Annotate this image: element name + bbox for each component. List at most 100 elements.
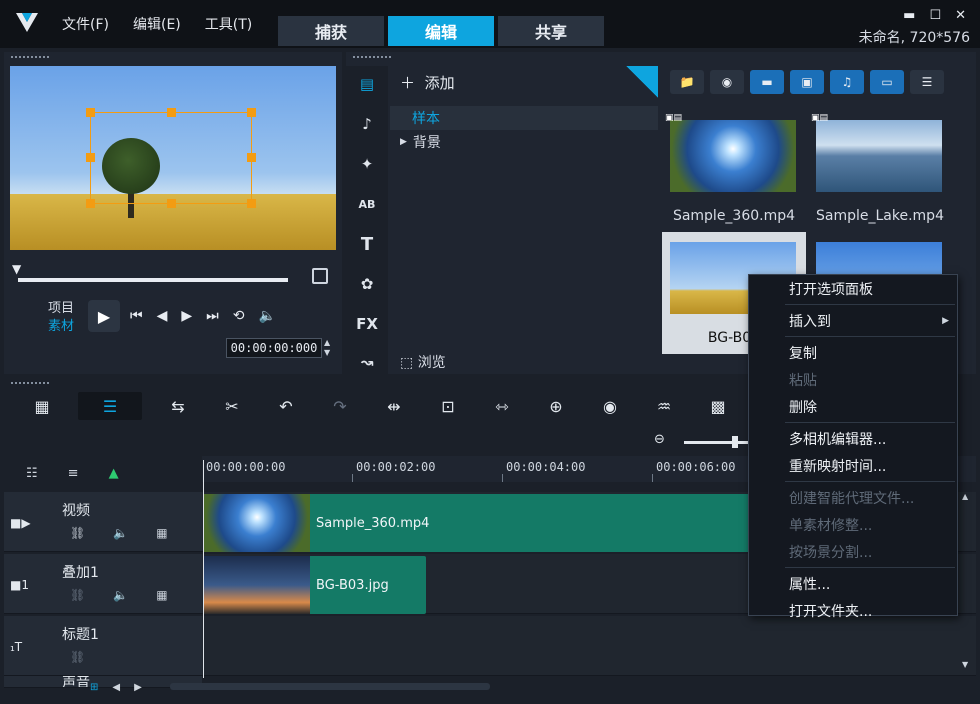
previous-frame-icon[interactable]: ◀	[157, 308, 168, 324]
thumbnail-sample-lake[interactable]: ▣▤ Sample_Lake.mp4	[808, 110, 952, 232]
resize-handle[interactable]	[167, 108, 176, 117]
path-icon[interactable]: ↝	[354, 350, 380, 374]
show-audio-icon[interactable]: ♫	[830, 70, 864, 94]
clip-bg-b03[interactable]: BG-B03.jpg	[204, 556, 426, 614]
fit-timeline-icon[interactable]: ⊞	[90, 682, 98, 693]
add-folder-button[interactable]: ＋ 添加	[400, 72, 455, 93]
resize-handle[interactable]	[247, 108, 256, 117]
undo-icon[interactable]: ↶	[268, 392, 304, 420]
grid-icon[interactable]: ▦	[156, 526, 167, 540]
list-view-icon[interactable]: ☰	[910, 70, 944, 94]
repeat-icon[interactable]: ⟲	[233, 308, 245, 324]
filter-fx-icon[interactable]: FX	[354, 312, 380, 336]
volume-icon[interactable]: 🔈	[259, 308, 276, 324]
scroll-left-icon[interactable]: ◀	[112, 682, 120, 693]
media-icon[interactable]: ▤	[354, 72, 380, 96]
browse-button[interactable]: ⬚ 浏览	[400, 352, 446, 372]
next-frame-icon[interactable]: ▶	[181, 308, 192, 324]
mode-project[interactable]: 项目	[48, 300, 74, 318]
text-icon[interactable]: T	[354, 232, 380, 256]
context-menu-item[interactable]: 多相机编辑器...	[749, 425, 957, 452]
title-ab-icon[interactable]: AB	[354, 192, 380, 216]
context-menu-item[interactable]: 属性...	[749, 570, 957, 597]
timecode-display[interactable]: 00:00:00:000	[226, 338, 322, 358]
minimize-button[interactable]: ▬	[903, 8, 915, 23]
chapter-icon[interactable]: ▲	[109, 466, 119, 481]
show-library-icon[interactable]: ▭	[870, 70, 904, 94]
fit-project-icon[interactable]: ⊡	[430, 392, 466, 420]
expand-icon[interactable]: ▶	[400, 137, 407, 147]
clip-sample-360[interactable]: Sample_360.mp4	[204, 494, 764, 552]
go-to-end-icon[interactable]: ⏭	[206, 308, 219, 324]
resize-handle[interactable]	[247, 153, 256, 162]
resize-handle[interactable]	[167, 199, 176, 208]
play-button[interactable]: ▶	[88, 300, 120, 332]
trim-icon[interactable]: ⇿	[484, 392, 520, 420]
transition-icon[interactable]: ✦	[354, 152, 380, 176]
import-folder-icon[interactable]: 📁	[670, 70, 704, 94]
context-menu-item[interactable]: 插入到 ▶	[749, 307, 957, 334]
maximize-button[interactable]: ☐	[929, 8, 941, 23]
tab-edit[interactable]: 编辑	[388, 16, 494, 46]
redo-icon[interactable]: ↷	[322, 392, 358, 420]
resize-handle[interactable]	[247, 199, 256, 208]
context-menu-item[interactable]: 复制	[749, 339, 957, 366]
resize-handle[interactable]	[86, 199, 95, 208]
grid-icon[interactable]: ▦	[156, 588, 167, 602]
timeline-vertical-scrollbar[interactable]: ▲ ▼	[960, 484, 972, 684]
scroll-down-icon[interactable]: ▼	[962, 660, 968, 669]
link-icon[interactable]: ⛓	[70, 650, 85, 664]
context-menu-item[interactable]: 打开文件夹...	[749, 597, 957, 624]
track-header-overlay[interactable]: ■1 叠加1 ⛓ 🔈 ▦	[4, 554, 202, 614]
link-icon[interactable]: ⛓	[70, 588, 85, 602]
motion-icon[interactable]: ▩	[700, 392, 736, 420]
mode-clip[interactable]: 素材	[48, 318, 74, 336]
instant-project-icon[interactable]: ♪	[354, 112, 380, 136]
selection-box[interactable]	[86, 108, 256, 208]
go-to-start-icon[interactable]: ⏮	[130, 308, 143, 324]
track-title[interactable]	[202, 616, 976, 676]
resize-handle[interactable]	[86, 108, 95, 117]
record-icon[interactable]: ◉	[592, 392, 628, 420]
graphic-icon[interactable]: ✿	[354, 272, 380, 296]
tab-share[interactable]: 共享	[498, 16, 604, 46]
zoom-out-icon[interactable]: ⊖	[654, 432, 665, 447]
close-button[interactable]: ✕	[955, 8, 966, 23]
capture-icon[interactable]: ◉	[710, 70, 744, 94]
context-menu-item[interactable]: 打开选项面板	[749, 275, 957, 302]
playhead[interactable]	[203, 460, 204, 678]
snapshot-icon[interactable]	[312, 268, 328, 284]
resize-handle[interactable]	[86, 153, 95, 162]
show-video-icon[interactable]: ▬	[750, 70, 784, 94]
split-icon[interactable]: ⇹	[376, 392, 412, 420]
mute-icon[interactable]: 🔈	[113, 588, 128, 602]
scroll-right-icon[interactable]: ▶	[134, 682, 142, 693]
timeline-horizontal-scrollbar[interactable]	[170, 683, 490, 690]
timeline-view-icon[interactable]: ☰	[78, 392, 142, 420]
timecode-stepper-icon[interactable]: ▲ ▼	[324, 338, 330, 358]
tab-capture[interactable]: 捕获	[278, 16, 384, 46]
thumbnail-sample-360[interactable]: ▣▤ Sample_360.mp4	[662, 110, 806, 232]
menu-edit[interactable]: 编辑(E)	[133, 14, 181, 34]
folder-item-sample[interactable]: 样本	[390, 106, 658, 130]
scrubber-track[interactable]	[18, 278, 288, 282]
track-header-title[interactable]: ₁T 标题1 ⛓	[4, 616, 202, 676]
ripple-icon[interactable]: ⊕	[538, 392, 574, 420]
menu-tools[interactable]: 工具(T)	[205, 14, 252, 34]
track-manager-icon[interactable]: ☷	[26, 466, 38, 481]
pin-icon[interactable]	[626, 66, 658, 98]
show-photo-icon[interactable]: ▣	[790, 70, 824, 94]
panel-grip[interactable]	[10, 381, 50, 385]
link-icon[interactable]: ⛓	[70, 526, 85, 540]
swap-icon[interactable]: ⇆	[160, 392, 196, 420]
track-header-video[interactable]: ■▶ 视频 ⛓ 🔈 ▦	[4, 492, 202, 552]
context-menu-item[interactable]: 重新映射时间...	[749, 452, 957, 479]
scrubber-knob-icon[interactable]: ▼	[12, 262, 24, 276]
scroll-up-icon[interactable]: ▲	[962, 492, 968, 501]
mute-icon[interactable]: 🔈	[113, 526, 128, 540]
add-track-icon[interactable]: ≡	[68, 466, 79, 481]
zoom-knob[interactable]	[732, 436, 738, 448]
panel-grip[interactable]	[10, 55, 50, 59]
storyboard-view-icon[interactable]: ▦	[24, 392, 60, 420]
panel-grip[interactable]	[352, 55, 392, 59]
